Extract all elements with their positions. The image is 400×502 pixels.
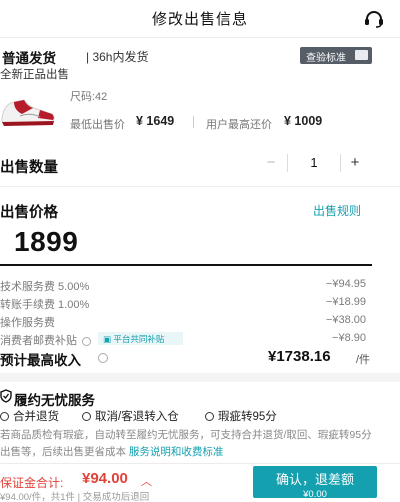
service-item-label: 合并退货 <box>13 411 59 423</box>
confirm-sub-label: ¥0.00 <box>303 489 327 500</box>
quantity-value[interactable]: 1 <box>298 150 330 176</box>
check-icon <box>205 412 214 421</box>
info-icon[interactable] <box>98 353 108 363</box>
size-label: 尺码:42 <box>70 91 108 103</box>
condition-text: 全新正品出售 <box>0 69 69 81</box>
confirm-button[interactable]: 确认，退差额 ¥0.00 <box>253 466 377 500</box>
check-standard-label: 查验标准 <box>306 53 346 64</box>
section-band <box>0 373 400 382</box>
fee-name: 转账手续费 1.00% <box>0 299 90 311</box>
shipping-title: 普通发货 <box>2 51 56 66</box>
lowest-price-value: ¥ 1649 <box>136 114 175 128</box>
minus-button[interactable]: − <box>258 150 284 176</box>
section-divider <box>0 186 400 187</box>
page-title: 修改出售信息 <box>151 11 248 28</box>
chevron-up-icon[interactable]: ︿ <box>141 473 152 489</box>
info-icon[interactable] <box>82 336 91 346</box>
fee-name: 消费者邮费补贴 <box>0 335 77 347</box>
service-item-label: 取消/客退转入仓 <box>95 411 179 423</box>
service-item: 取消/客退转入仓 <box>82 408 179 424</box>
price-label: 出售价格 <box>0 205 58 221</box>
price-input[interactable]: 1899 <box>14 226 78 258</box>
service-item-label: 瑕疵转95分 <box>218 411 277 423</box>
service-terms-link[interactable]: 服务说明和收费标准 <box>129 446 224 458</box>
fee-amount: −¥94.95 <box>325 278 366 290</box>
lowest-price-label: 最低出售价 <box>70 119 125 131</box>
income-unit: /件 <box>356 354 371 366</box>
fee-name-row: 消费者邮费补贴 <box>0 332 91 348</box>
service-item: 合并退货 <box>0 408 59 424</box>
headset-icon[interactable] <box>364 10 384 28</box>
footer-divider <box>0 463 400 464</box>
mail-icon <box>355 50 368 60</box>
deposit-detail: ¥94.00/件，共1件 | 交易成功后退回 <box>0 492 150 502</box>
shield-icon <box>0 389 12 403</box>
sneaker-image <box>1 99 55 126</box>
shipping-subtitle: | 36h内发货 <box>86 50 149 64</box>
highest-offer-label: 用户最高还价 <box>206 119 272 131</box>
subsidy-badge: ▣ 平台共同补贴 <box>98 332 183 345</box>
income-value: ¥1738.16 <box>268 348 331 365</box>
check-icon <box>82 412 91 421</box>
stepper-divider <box>287 154 288 172</box>
header-divider <box>0 37 400 38</box>
fee-amount: −¥8.90 <box>332 332 366 344</box>
income-label: 预计最高收入 <box>0 353 81 368</box>
deposit-value: ¥94.00 <box>82 470 128 487</box>
fee-name: 技术服务费 5.00% <box>0 281 90 293</box>
quantity-label: 出售数量 <box>0 160 58 176</box>
shield-icon: ▣ <box>103 334 114 344</box>
price-divider <box>193 116 194 128</box>
highest-offer-value: ¥ 1009 <box>284 114 323 128</box>
service-item: 瑕疵转95分 <box>205 408 277 424</box>
check-icon <box>0 412 9 421</box>
price-input-underline <box>0 264 372 266</box>
fee-amount: −¥38.00 <box>325 314 366 326</box>
check-standard-button[interactable]: 查验标准 <box>300 47 372 64</box>
service-description: 若商品质检有瑕疵，自动转至履约无忧服务，可支持合并退货/取回、瑕疵转95分出售等… <box>0 427 378 461</box>
sale-rules-link[interactable]: 出售规则 <box>313 202 361 219</box>
service-title: 履约无忧服务 <box>14 393 95 408</box>
subsidy-label: 平台共同补贴 <box>113 334 165 344</box>
confirm-label: 确认，退差额 <box>275 472 354 487</box>
fee-name: 操作服务费 <box>0 317 55 329</box>
fee-amount: −¥18.99 <box>325 296 366 308</box>
stepper-divider <box>340 154 341 172</box>
plus-button[interactable]: + <box>342 150 368 176</box>
quantity-stepper: − 1 + <box>258 150 370 176</box>
